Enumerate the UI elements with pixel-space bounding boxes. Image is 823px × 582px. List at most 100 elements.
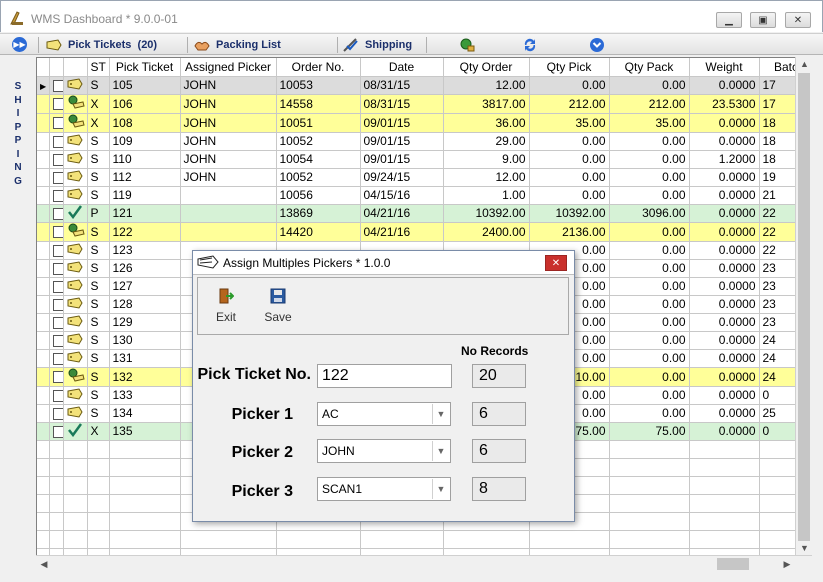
chevron-down-icon[interactable]: ▼ [432,479,449,499]
row-checkbox[interactable] [52,371,62,384]
table-row[interactable]: S 112 JOHN 10052 09/24/15 12.00 0.00 0.00 0.0000… [37,168,811,187]
chevron-down-icon[interactable]: ▼ [432,404,449,424]
row-checkbox[interactable] [52,262,62,275]
cell-picker: JOHN [180,132,277,151]
row-checkbox[interactable] [52,135,62,148]
cell-ticket: 119 [109,186,181,205]
row-checkbox[interactable] [52,244,62,257]
row-status-icon-cell [63,386,88,405]
save-button[interactable]: Save [256,282,300,332]
cell-qty-pack: 0.00 [609,277,690,296]
column-header[interactable]: Weight [689,58,760,77]
cell-st: P [87,204,110,223]
picker1-select[interactable]: AC ▼ [317,402,451,426]
cell-date: 09/01/15 [360,113,444,133]
vertical-scroll-thumb[interactable] [798,73,810,541]
chevron-down-icon[interactable]: ▼ [432,441,449,461]
row-checkbox[interactable] [52,407,62,420]
row-checkbox[interactable] [52,207,62,220]
table-row[interactable]: P 121 13869 04/21/16 10392.00 10392.00 3096.00… [37,204,811,223]
cell-qty-pick: 0.00 [529,168,610,187]
vertical-scrollbar[interactable]: ▲ ▼ [795,57,812,557]
row-checkbox[interactable] [52,171,62,184]
empty-cell [360,530,444,549]
horizontal-scrollbar[interactable]: ◀ ▶ [36,555,812,571]
table-row[interactable]: X 108 JOHN 10051 09/01/15 36.00 35.00 35.00 0.00… [37,113,811,133]
row-select-cell [49,94,64,114]
picker2-value: JOHN [322,444,355,458]
scroll-right-icon[interactable]: ▶ [779,556,795,572]
panel-toggle-button[interactable]: ▶▶ [12,37,27,52]
pick-ticket-input[interactable]: 122 [317,364,452,388]
row-checkbox[interactable] [52,117,62,130]
row-checkbox[interactable] [52,79,62,92]
empty-cell [689,476,760,495]
column-header[interactable]: Pick Ticket [109,58,181,77]
cell-order: 10052 [276,168,361,187]
empty-cell [689,440,760,459]
ticket-icon [67,278,83,291]
row-checkbox[interactable] [52,153,62,166]
table-row[interactable]: ▶ S 105 JOHN 10053 08/31/15 12.00 0.00 0.00 0.000… [37,76,811,95]
row-checkbox[interactable] [52,226,62,239]
pick-tickets-tab[interactable]: Pick Tickets (20) [46,36,157,54]
row-checkbox[interactable] [52,425,62,438]
refresh-button[interactable] [522,36,544,54]
column-header[interactable]: ST [87,58,110,77]
column-header[interactable]: Assigned Picker [180,58,277,77]
column-header[interactable]: Qty Pick [529,58,610,77]
dialog-close-button[interactable]: ✕ [545,255,567,271]
find-button[interactable] [459,36,481,54]
ticket-icon [67,387,83,400]
row-checkbox[interactable] [52,189,62,202]
table-row[interactable]: S 109 JOHN 10052 09/01/15 29.00 0.00 0.00 0.0000… [37,132,811,151]
pick-ticket-label: Pick Ticket No. [197,366,311,383]
scroll-left-icon[interactable]: ◀ [36,556,52,572]
row-checkbox[interactable] [52,298,62,311]
close-button[interactable]: ✕ [785,12,811,28]
row-status-icon-cell [63,222,88,242]
column-header[interactable]: Order No. [276,58,361,77]
double-chevron-right-icon: ▶▶ [13,40,26,49]
picker3-select[interactable]: SCAN1 ▼ [317,477,451,501]
row-checkbox[interactable] [52,280,62,293]
ticket-icon [67,77,83,90]
packing-list-tab[interactable]: Packing List [194,36,281,54]
row-status-icon-cell [63,132,88,151]
minimize-button[interactable]: ▁ [716,12,742,28]
scroll-down-icon[interactable]: ▼ [796,541,813,555]
table-row[interactable]: S 119 10056 04/15/16 1.00 0.00 0.00 0.0000 21 [37,186,811,205]
cell-st: S [87,295,110,314]
table-row[interactable]: X 106 JOHN 14558 08/31/15 3817.00 212.00 212.00… [37,94,811,114]
row-checkbox[interactable] [52,389,62,402]
cell-qty-pack: 35.00 [609,113,690,133]
row-checkbox[interactable] [52,316,62,329]
partial-pick-icon [68,368,85,382]
side-tab-letter: I [16,148,20,160]
table-row[interactable]: S 110 JOHN 10054 09/01/15 9.00 0.00 0.00 1.2000 1… [37,150,811,169]
row-checkbox[interactable] [52,352,62,365]
cell-order: 14420 [276,222,361,242]
expand-down-button[interactable] [589,36,611,54]
cell-qty-pack: 0.00 [609,295,690,314]
row-checkbox[interactable] [52,334,62,347]
picker2-select[interactable]: JOHN ▼ [317,439,451,463]
horizontal-scroll-thumb[interactable] [717,558,749,570]
column-header[interactable]: Qty Order [443,58,530,77]
row-checkbox[interactable] [52,98,62,111]
column-header[interactable]: Qty Pack [609,58,690,77]
cell-picker [180,204,277,223]
row-status-icon-cell [63,113,88,133]
maximize-button[interactable]: ▣ [750,12,776,28]
column-header[interactable]: Date [360,58,444,77]
shipping-side-tab[interactable]: SHIPPING [8,80,28,188]
cell-date: 04/21/16 [360,204,444,223]
table-row[interactable]: S 122 14420 04/21/16 2400.00 2136.00 0.00 0.000… [37,222,811,242]
exit-button[interactable]: Exit [204,282,248,332]
empty-cell [609,458,690,477]
scroll-up-icon[interactable]: ▲ [796,57,813,71]
empty-cell [109,530,181,549]
empty-cell [37,512,50,531]
grid-header-row: ST Pick Ticket Assigned Picker Order No. Dat… [37,58,811,77]
shipping-tab[interactable]: Shipping [343,36,412,54]
